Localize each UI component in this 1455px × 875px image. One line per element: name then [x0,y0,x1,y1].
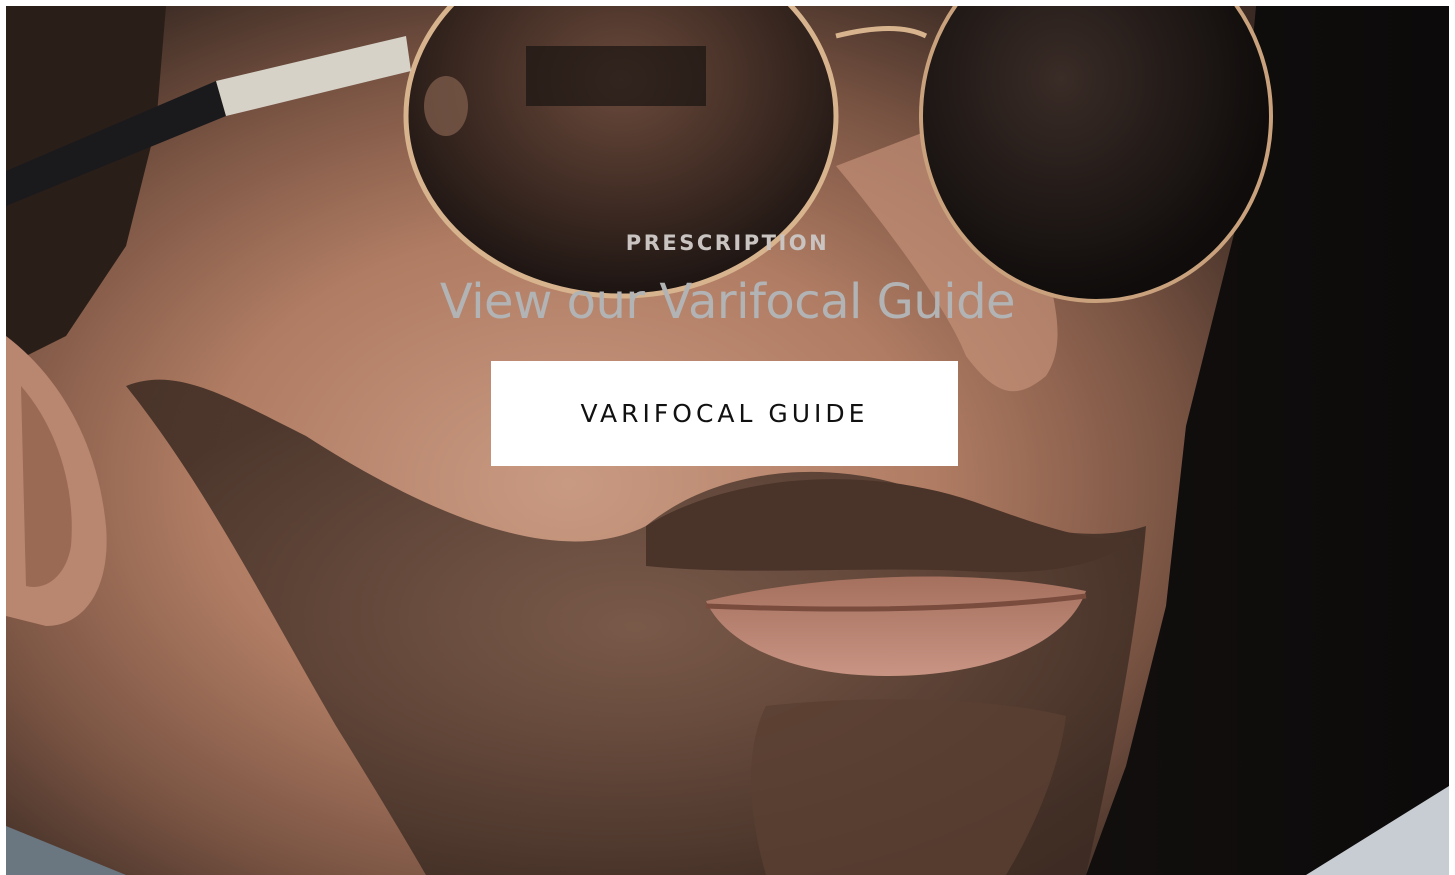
varifocal-guide-button[interactable]: VARIFOCAL GUIDE [491,361,958,466]
hero-eyebrow: PRESCRIPTION [625,231,830,255]
hero-banner: PRESCRIPTION View our Varifocal Guide VA… [6,6,1449,875]
hero-headline: View our Varifocal Guide [439,274,1016,330]
